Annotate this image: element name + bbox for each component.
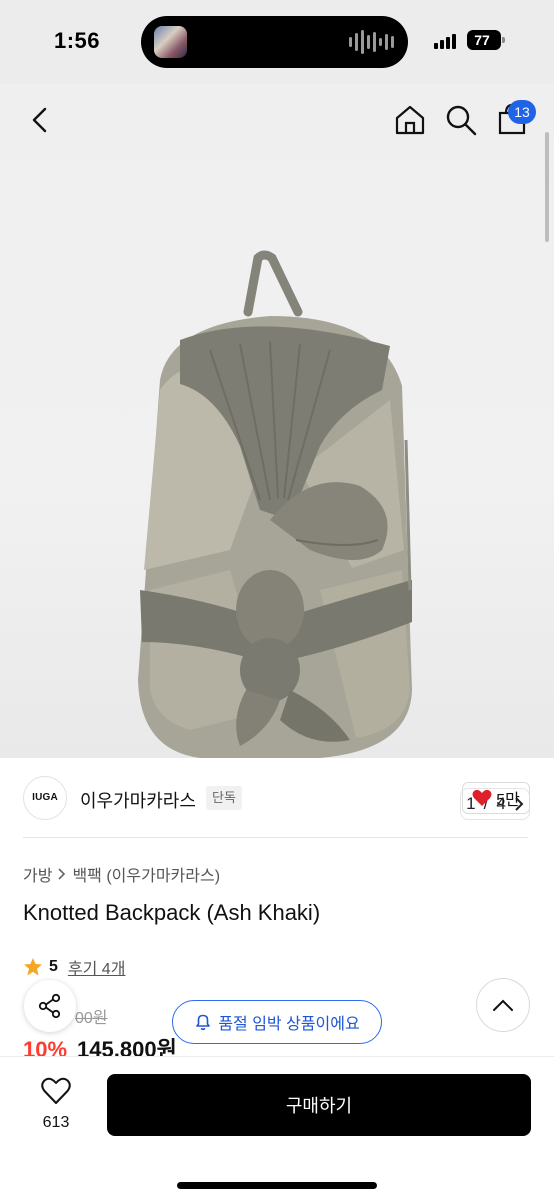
low-stock-notice: 품절 임박 상품이에요	[172, 1000, 382, 1044]
star-icon	[24, 958, 42, 976]
heart-outline-icon	[41, 1077, 71, 1104]
chevron-up-icon	[493, 999, 513, 1011]
rating-score: 5	[49, 958, 58, 975]
home-indicator	[177, 1182, 377, 1189]
back-button[interactable]	[24, 104, 56, 136]
audio-wave-icon	[349, 30, 394, 54]
cart-count-badge: 13	[508, 100, 536, 124]
battery-level: 77	[474, 32, 490, 48]
status-bar: 1:56 77	[0, 0, 554, 84]
review-link[interactable]: 후기 4개	[68, 955, 126, 979]
exclusive-badge: 단독	[206, 786, 242, 810]
chevron-left-icon	[32, 107, 47, 133]
home-icon	[395, 105, 425, 135]
divider	[23, 837, 528, 838]
breadcrumb: 가방 백팩 (이우가마카라스)	[23, 862, 220, 886]
scrollbar[interactable]	[545, 132, 549, 242]
search-icon	[446, 105, 477, 136]
now-playing-artwork	[154, 26, 187, 58]
status-time: 1:56	[54, 28, 101, 53]
low-stock-text: 품절 임박 상품이에요	[218, 1016, 360, 1033]
original-price: 00원	[75, 1010, 108, 1027]
share-button[interactable]	[24, 980, 76, 1032]
brand-like-count: 5만	[496, 792, 520, 809]
product-image	[138, 250, 412, 758]
home-button[interactable]	[393, 103, 427, 137]
dynamic-island	[141, 16, 408, 68]
rating-row: 5 후기 4개	[23, 955, 125, 979]
brand-logo[interactable]: IUGA	[23, 776, 67, 820]
brand-name[interactable]: 이우가마카라스	[80, 787, 196, 813]
bottom-action-bar: 613 구매하기	[0, 1056, 554, 1200]
brand-row: IUGA 이우가마카라스 단독 5만	[0, 758, 554, 838]
breadcrumb-subcategory[interactable]: 백팩 (이우가마카라스)	[72, 862, 220, 886]
share-icon	[38, 993, 61, 1019]
search-button[interactable]	[444, 103, 478, 137]
cellular-signal-icon	[434, 33, 456, 49]
chevron-right-icon	[58, 868, 66, 880]
product-title: Knotted Backpack (Ash Khaki)	[23, 900, 321, 925]
product-image-gallery[interactable]: 1/4	[0, 84, 554, 820]
breadcrumb-category[interactable]: 가방	[23, 862, 52, 886]
brand-like-button[interactable]: 5만	[462, 782, 530, 814]
battery-icon: 77	[467, 30, 505, 50]
scroll-to-top-button[interactable]	[476, 978, 530, 1032]
wishlist-button[interactable]: 613	[30, 1077, 82, 1132]
buy-button[interactable]: 구매하기	[107, 1074, 531, 1136]
bell-icon	[196, 1014, 211, 1031]
wishlist-count: 613	[42, 1114, 70, 1131]
heart-filled-icon	[472, 789, 492, 806]
